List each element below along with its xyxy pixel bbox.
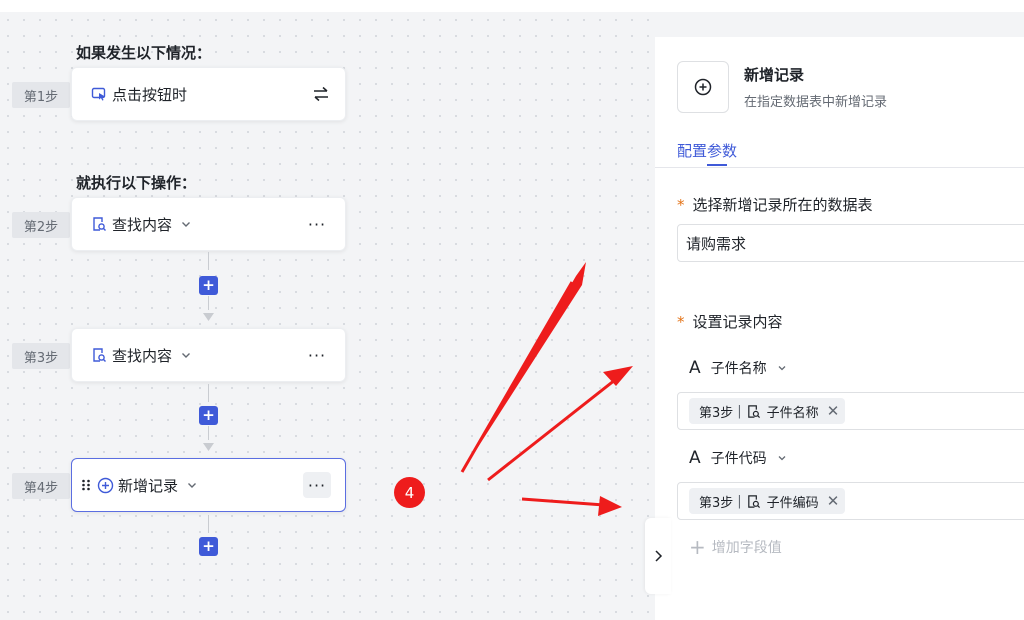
add-field-button[interactable]: + 增加字段值 [689,537,782,557]
panel-subtitle: 在指定数据表中新增记录 [744,95,888,110]
plus-icon: + [689,535,706,559]
required-star: * [677,196,685,214]
chevron-down-icon [777,363,787,373]
required-star: * [677,313,685,331]
text-field-type-icon: A [689,448,701,468]
panel-icon-box [677,61,729,113]
remove-tag-icon[interactable]: ✕ [827,402,840,420]
field-value-tag-1[interactable]: 第3步 | 子件名称 ✕ [689,398,846,424]
remove-tag-icon[interactable]: ✕ [827,492,840,510]
config-panel: 新增记录 在指定数据表中新增记录 配置参数 * 选择新增记录所在的数据表 请购需求… [655,37,1024,620]
field-name-2-text: 子件代码 [710,451,767,467]
add-record-icon [694,78,712,96]
chevron-down-icon [777,453,787,463]
field-name-1[interactable]: A 子件名称 [689,358,787,378]
tag-value: 子件编码 [766,495,819,511]
add-field-label: 增加字段值 [711,540,782,556]
tag-value: 子件名称 [766,405,819,421]
find-content-icon [746,494,761,509]
content-label-text: 设置记录内容 [692,313,783,331]
text-field-type-icon: A [689,358,701,378]
tag-step: 第3步 [699,495,734,511]
tag-separator: | [737,493,742,509]
tab-config-params[interactable]: 配置参数 [677,140,737,161]
tag-separator: | [737,403,742,419]
tab-active-indicator [707,164,727,166]
field-name-1-text: 子件名称 [710,361,767,377]
annotation-arrows [460,262,633,516]
field-name-2[interactable]: A 子件代码 [689,448,787,468]
panel-title: 新增记录 [744,66,805,84]
table-select-label: * 选择新增记录所在的数据表 [677,194,873,215]
table-select-label-text: 选择新增记录所在的数据表 [692,196,873,214]
chevron-right-icon [655,550,663,562]
tab-divider [655,167,1024,168]
collapse-panel-button[interactable] [645,518,671,594]
table-select-input[interactable]: 请购需求 [677,224,1024,262]
annotation-badge: 4 [394,477,425,508]
tag-step: 第3步 [699,405,734,421]
content-label: * 设置记录内容 [677,311,783,332]
field-value-tag-2[interactable]: 第3步 | 子件编码 ✕ [689,488,846,514]
find-content-icon [746,404,761,419]
